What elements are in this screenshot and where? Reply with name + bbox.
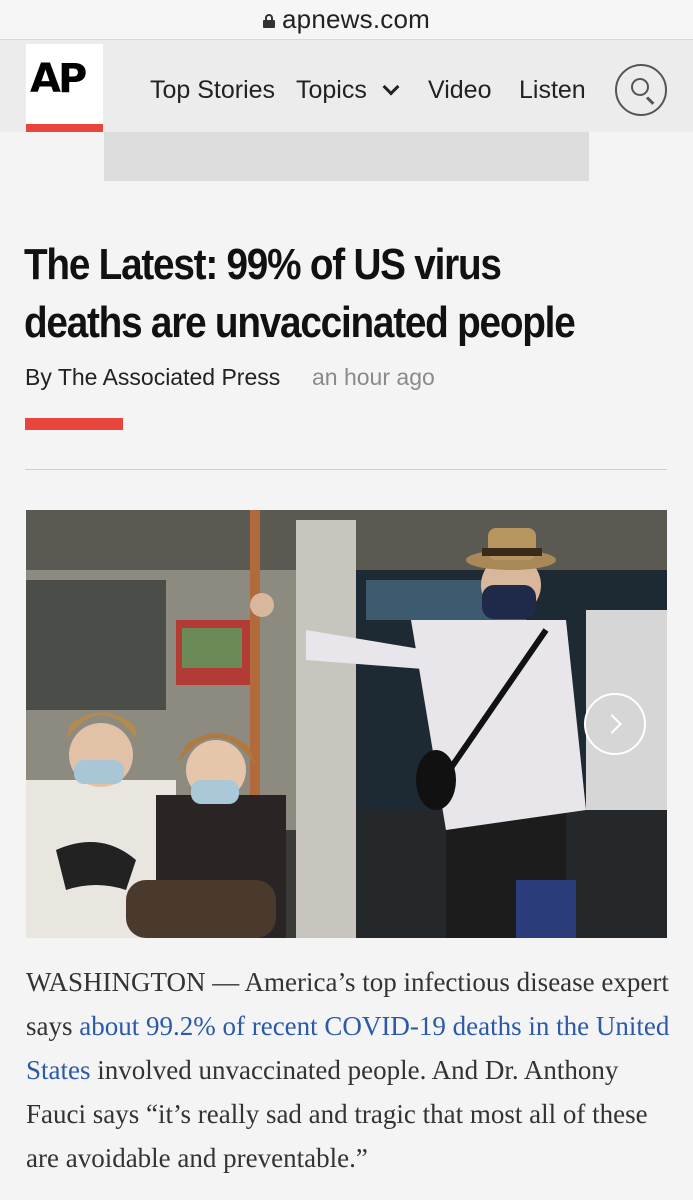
article-body: WASHINGTON — America’s top infectious di…	[26, 960, 671, 1180]
next-slide-button[interactable]	[584, 693, 646, 755]
subway-photo	[26, 510, 667, 938]
nav-listen[interactable]: Listen	[519, 76, 586, 105]
accent-bar	[25, 418, 123, 430]
article-photo[interactable]	[26, 510, 667, 938]
search-icon	[631, 78, 649, 96]
address-bar[interactable]: apnews.com	[0, 0, 693, 40]
logo-red-bar	[26, 124, 103, 132]
chevron-down-icon	[382, 78, 400, 95]
article-timestamp: an hour ago	[312, 364, 435, 390]
ad-placeholder	[104, 132, 589, 181]
logo-text: AP	[30, 56, 87, 102]
ap-logo[interactable]: AP	[26, 44, 103, 132]
site-header: AP Top Stories Topics Video Listen	[0, 40, 693, 132]
nav-topics-label: Topics	[296, 76, 367, 104]
lock-icon	[263, 13, 276, 28]
nav-video[interactable]: Video	[428, 76, 492, 105]
article-headline: The Latest: 99% of US virus deaths are u…	[24, 240, 576, 347]
search-button[interactable]	[615, 64, 667, 116]
nav-top-stories[interactable]: Top Stories	[150, 76, 275, 105]
url-domain[interactable]: apnews.com	[282, 4, 430, 35]
article-byline[interactable]: By The Associated Press	[25, 364, 280, 391]
divider	[25, 469, 667, 470]
nav-topics[interactable]: Topics	[296, 76, 400, 105]
body-rest: involved unvaccinated people. And Dr. An…	[26, 1055, 648, 1173]
chevron-right-icon	[602, 714, 622, 734]
